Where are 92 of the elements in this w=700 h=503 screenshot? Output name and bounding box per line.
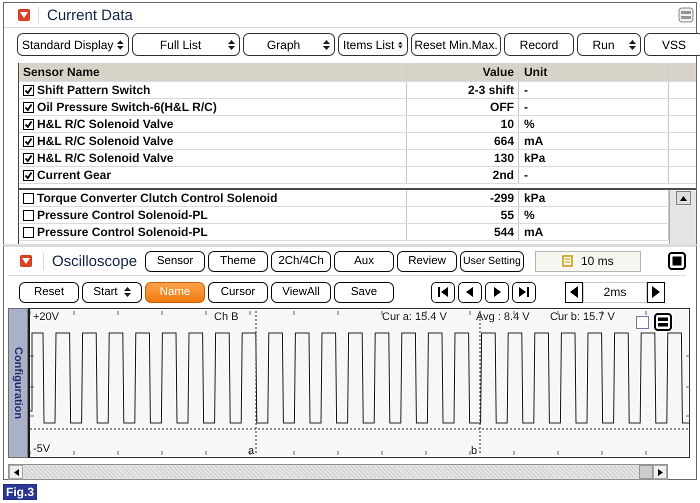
sensor-name: Pressure Control Solenoid-PL: [37, 225, 208, 239]
dropdown-button[interactable]: Full List: [132, 33, 240, 56]
decrease-icon[interactable]: [565, 282, 583, 302]
toolbar-button[interactable]: Reset Min.Max.: [411, 33, 501, 56]
up-down-arrows-icon: [228, 40, 235, 50]
cursor-reading: Cur b: 15.7 V: [550, 311, 615, 323]
collapse-icon[interactable]: [20, 255, 32, 267]
unit-cell: -: [519, 99, 669, 115]
column-header: Sensor Name: [19, 63, 407, 81]
cursor-marker: b: [471, 445, 478, 457]
checkbox[interactable]: [23, 152, 34, 164]
value-cell: 664: [407, 133, 519, 149]
sensor-name: H&L R/C Solenoid Valve: [37, 151, 174, 165]
scroll-up-icon[interactable]: [676, 191, 690, 205]
value-cell: 10: [407, 116, 519, 132]
axis-label: -5V: [33, 443, 50, 455]
average-reading: Avg : 8.4 V: [476, 311, 530, 323]
value-cell: 2nd: [407, 167, 519, 183]
toolbar-button[interactable]: Review: [397, 250, 458, 272]
checkbox[interactable]: [23, 118, 34, 130]
timebase-field[interactable]: 2ms: [583, 282, 647, 302]
checkbox[interactable]: [23, 102, 34, 112]
last-icon[interactable]: [512, 282, 536, 302]
cursor-reading: Cur a: 15.4 V: [382, 311, 447, 323]
toolbar-button[interactable]: VSS: [644, 33, 700, 56]
up-down-arrows-icon: [323, 40, 330, 50]
toolbar-button[interactable]: Aux: [334, 250, 394, 272]
toolbar-button[interactable]: Record: [504, 33, 574, 56]
control-button[interactable]: Cursor: [208, 282, 268, 302]
up-down-arrows-icon: [629, 40, 636, 50]
checkbox[interactable]: [23, 226, 34, 238]
value-cell: 55: [407, 207, 519, 223]
sensor-name: Oil Pressure Switch-6(H&L R/C): [37, 100, 217, 114]
unit-cell: -: [519, 82, 669, 98]
dropdown-button[interactable]: Graph: [243, 33, 335, 56]
toolbar-button[interactable]: User Setting: [460, 250, 524, 272]
menu-icon[interactable]: [654, 313, 672, 331]
column-header: Value: [407, 63, 519, 81]
value-cell: 2-3 shift: [407, 82, 519, 98]
up-down-arrows-icon: [117, 40, 124, 50]
increase-icon[interactable]: [647, 282, 665, 302]
checkbox[interactable]: [23, 136, 34, 146]
panel-title: Oscilloscope: [43, 252, 138, 270]
collapse-icon[interactable]: [18, 9, 30, 21]
configuration-tab[interactable]: Configuration: [8, 308, 28, 458]
scroll-right-icon[interactable]: [653, 465, 667, 479]
unit-cell: %: [519, 116, 669, 132]
sensor-name: Torque Converter Clutch Control Solenoid: [37, 191, 278, 205]
previous-icon[interactable]: [458, 282, 482, 302]
scroll-left-icon[interactable]: [9, 465, 23, 479]
scroll-thumb[interactable]: [639, 465, 653, 479]
value-cell: 544: [407, 224, 519, 240]
scrollbar[interactable]: [669, 190, 696, 244]
toolbar-button[interactable]: Sensor: [145, 250, 206, 272]
checkbox[interactable]: [23, 210, 34, 220]
checkbox[interactable]: [23, 84, 34, 96]
sensor-name: H&L R/C Solenoid Valve: [37, 134, 174, 148]
sensor-name: Current Gear: [37, 168, 112, 182]
channel-label: Ch B: [214, 311, 238, 323]
up-down-arrows-icon: [124, 287, 131, 297]
control-button[interactable]: Reset: [19, 282, 79, 302]
checkbox[interactable]: [23, 192, 34, 204]
column-header: Unit: [519, 63, 669, 81]
first-icon[interactable]: [431, 282, 455, 302]
sensor-name: Pressure Control Solenoid-PL: [37, 208, 208, 222]
checkbox[interactable]: [23, 170, 34, 180]
time-field[interactable]: 10 ms: [534, 250, 641, 272]
next-icon[interactable]: [485, 282, 509, 302]
control-button[interactable]: Save: [334, 282, 394, 302]
axis-label: +20V: [33, 311, 59, 323]
sensor-name: Shift Pattern Switch: [37, 83, 150, 97]
unit-cell: kPa: [519, 150, 669, 166]
dropdown-button[interactable]: Start: [82, 282, 142, 302]
scrollbar[interactable]: [8, 464, 668, 480]
checkbox[interactable]: [636, 316, 649, 329]
value-cell: -299: [407, 190, 519, 206]
control-button[interactable]: ViewAll: [271, 282, 331, 302]
value-cell: OFF: [407, 99, 519, 115]
panel-title: Current Data: [38, 6, 133, 24]
toolbar-button[interactable]: 2Ch/4Ch: [271, 250, 332, 272]
toolbar-button[interactable]: Theme: [208, 250, 268, 272]
sensor-name: H&L R/C Solenoid Valve: [37, 117, 174, 131]
value-cell: 130: [407, 150, 519, 166]
dropdown-button[interactable]: Standard Display: [17, 33, 129, 56]
dropdown-button[interactable]: Run: [577, 33, 641, 56]
stop-icon[interactable]: [668, 252, 686, 270]
dropdown-button[interactable]: Items List: [338, 33, 408, 56]
unit-cell: -: [519, 167, 669, 183]
cursor-marker: a: [248, 445, 254, 457]
figure-label: Fig.3: [3, 484, 38, 500]
up-down-arrows-icon: [398, 40, 403, 50]
unit-cell: mA: [519, 133, 669, 149]
